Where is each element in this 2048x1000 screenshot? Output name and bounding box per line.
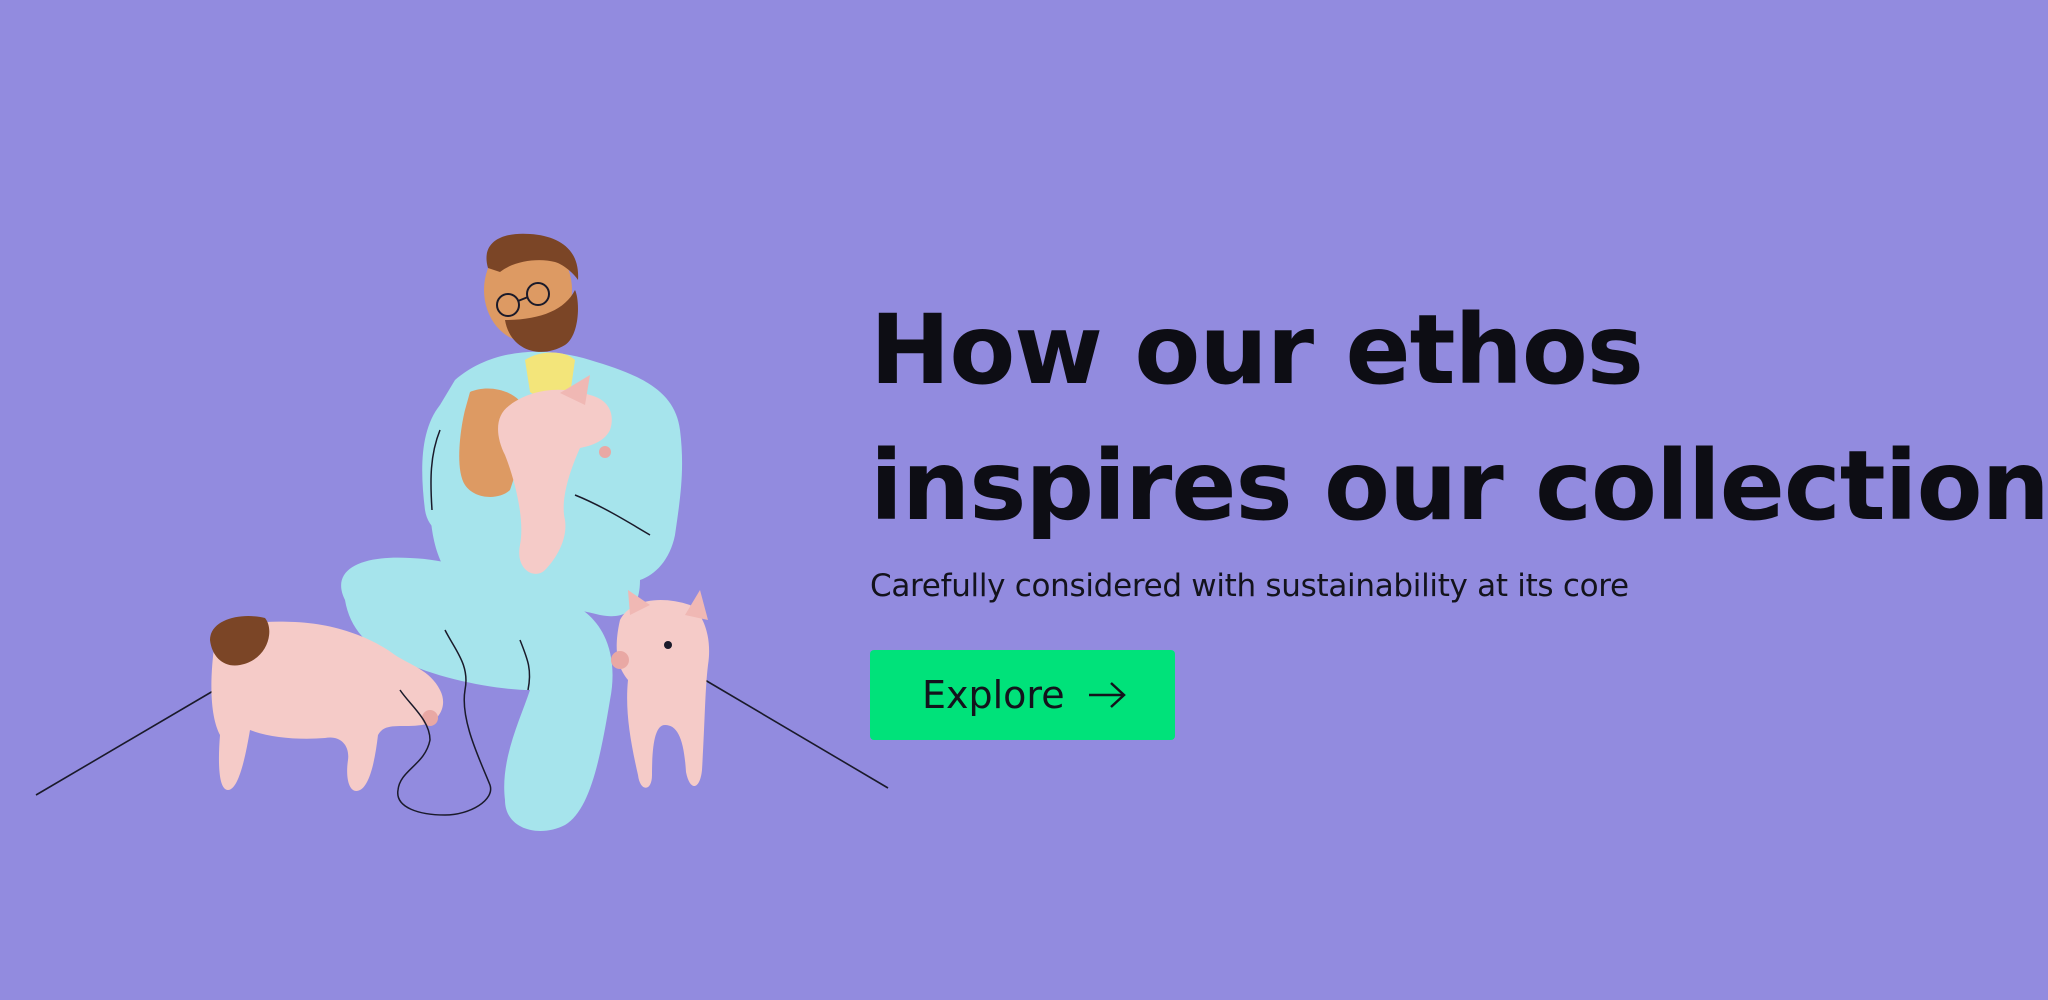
explore-button[interactable]: Explore	[870, 650, 1175, 740]
farmer-holding-piglet-illustration	[35, 233, 889, 832]
explore-button-label: Explore	[922, 673, 1065, 717]
hero-copy: How our ethos inspires our collection Ca…	[870, 282, 2048, 740]
hero-headline: How our ethos inspires our collection	[870, 282, 2048, 554]
hero-headline-line-1: How our ethos	[870, 294, 1644, 406]
hero-headline-line-2: inspires our collection	[870, 430, 2048, 542]
arrow-right-icon	[1087, 681, 1127, 709]
hero-subtitle: Carefully considered with sustainability…	[870, 568, 1629, 604]
hero-banner: How our ethos inspires our collection Ca…	[0, 0, 2048, 1000]
